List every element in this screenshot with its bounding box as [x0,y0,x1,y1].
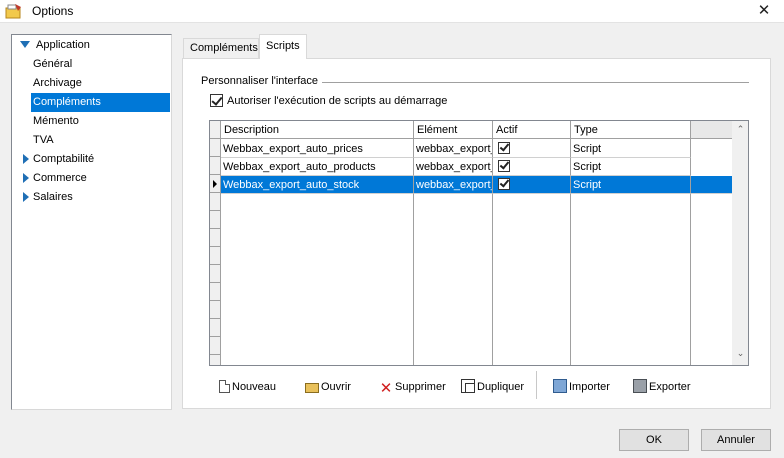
expand-arrow-icon[interactable] [23,154,29,164]
tree-item-application[interactable]: Application [16,36,166,55]
cell-description[interactable]: Webbax_export_auto_stock [221,176,414,194]
window-title: Options [32,4,74,18]
cell-actif[interactable] [493,158,571,176]
delete-icon: ✕ [379,380,393,397]
row-indicator [210,193,221,211]
tree-item-tva[interactable]: TVA [31,131,170,150]
open-folder-icon [305,383,319,393]
tree-item-archivage[interactable]: Archivage [31,74,170,93]
column-header-type[interactable]: Type [571,121,691,139]
scroll-up-icon[interactable]: ⌃ [736,125,745,134]
toolbar-separator [536,371,537,399]
new-button[interactable]: Nouveau [219,377,276,397]
new-button-label: Nouveau [232,381,277,393]
row-indicator[interactable] [210,139,221,157]
expand-arrow-icon[interactable] [23,173,29,183]
tree-item-label: Commerce [33,172,87,184]
tree-item-general[interactable]: Général [31,55,170,74]
active-checkbox[interactable] [498,178,510,190]
group-label: Personnaliser l'interface [201,75,323,87]
export-icon [633,379,647,393]
duplicate-icon [461,379,475,393]
table-row-selected[interactable]: Webbax_export_auto_stock webbax_export_ … [221,176,732,194]
row-indicator-column [210,121,221,365]
delete-button[interactable]: ✕ Supprimer [379,377,446,397]
current-row-pointer-icon [213,180,217,188]
import-button-label: Importer [569,381,610,393]
duplicate-button[interactable]: Dupliquer [461,377,524,397]
row-indicator [210,301,221,319]
autorun-checkbox[interactable] [210,94,223,107]
tree-item-comptabilite[interactable]: Comptabilité [16,150,166,169]
cell-type[interactable]: Script [571,158,691,176]
row-indicator [210,229,221,247]
scripts-panel: Personnaliser l'interface Autoriser l'ex… [182,58,771,409]
tree-item-label: Application [36,39,90,51]
cell-element[interactable]: webbax_export_ [414,176,493,194]
row-indicator [210,283,221,301]
cell-element[interactable]: webbax_export_ [414,158,493,176]
options-tree: Application Général Archivage Complément… [11,34,172,410]
active-checkbox[interactable] [498,142,510,154]
title-bar: Options ✕ [0,0,784,23]
cancel-button[interactable]: Annuler [701,429,771,451]
row-indicator[interactable] [210,157,221,175]
column-header-actif[interactable]: Actif [493,121,571,139]
tree-item-label: Salaires [33,191,73,203]
tree-item-commerce[interactable]: Commerce [16,169,166,188]
column-header-description[interactable]: Description [221,121,414,139]
cell-actif[interactable] [493,140,571,158]
table-row[interactable]: Webbax_export_auto_products webbax_expor… [221,158,691,176]
scripts-grid: Description Elément Actif Type Webbax_ex… [209,120,749,366]
row-indicator [210,337,221,355]
new-document-icon [219,380,230,393]
tab-scripts[interactable]: Scripts [259,34,307,59]
row-indicator[interactable] [210,175,221,193]
cell-actif[interactable] [493,176,571,194]
open-button[interactable]: Ouvrir [305,377,351,397]
import-button[interactable]: Importer [553,377,610,397]
duplicate-button-label: Dupliquer [477,381,525,393]
cell-description[interactable]: Webbax_export_auto_products [221,158,414,176]
scroll-down-icon[interactable]: ⌄ [736,349,745,358]
active-checkbox[interactable] [498,160,510,172]
cell-filler [691,176,732,194]
autorun-checkbox-label[interactable]: Autoriser l'exécution de scripts au déma… [227,95,447,107]
delete-button-label: Supprimer [395,381,446,393]
row-indicator [210,247,221,265]
cell-element[interactable]: webbax_export_ [414,140,493,158]
group-divider [313,82,749,83]
tree-item-salaires[interactable]: Salaires [16,188,166,207]
tree-item-complements[interactable]: Compléments [31,93,170,112]
vertical-scrollbar[interactable]: ⌃ ⌄ [732,121,748,365]
row-indicator [210,211,221,229]
row-indicator [210,319,221,337]
expand-arrow-icon[interactable] [20,41,30,48]
export-button-label: Exporter [649,381,691,393]
row-indicator [210,265,221,283]
import-icon [553,379,567,393]
close-icon[interactable]: ✕ [752,1,776,21]
tab-complements[interactable]: Compléments [183,38,259,59]
tree-item-memento[interactable]: Mémento [31,112,170,131]
header-filler [691,121,732,139]
app-folder-icon [5,4,21,19]
cell-type[interactable]: Script [571,140,691,158]
open-button-label: Ouvrir [321,381,351,393]
cell-type[interactable]: Script [571,176,691,194]
expand-arrow-icon[interactable] [23,192,29,202]
table-row[interactable]: Webbax_export_auto_prices webbax_export_… [221,140,691,158]
cell-description[interactable]: Webbax_export_auto_prices [221,140,414,158]
export-button[interactable]: Exporter [633,377,691,397]
tree-item-label: Comptabilité [33,153,95,165]
ok-button[interactable]: OK [619,429,689,451]
column-header-element[interactable]: Elément [414,121,493,139]
indicator-header [210,121,221,139]
